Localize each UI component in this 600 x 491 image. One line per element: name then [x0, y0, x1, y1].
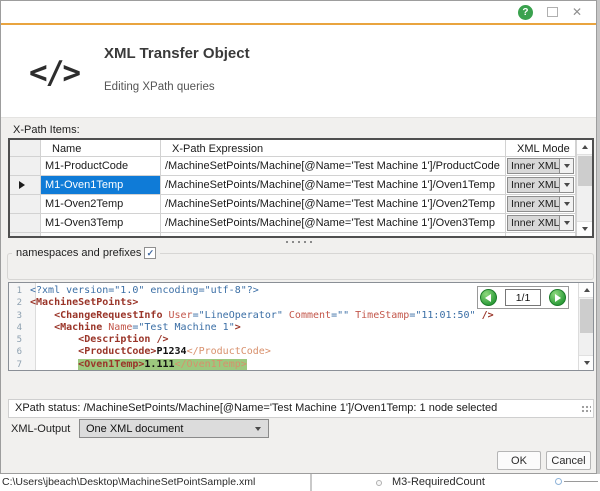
expression-cell[interactable]: /MachineSetPoints/Machine[@Name='Test Ma…: [161, 176, 506, 195]
namespaces-groupbox: namespaces and prefixes ✓: [7, 253, 594, 280]
ok-button[interactable]: OK: [497, 451, 541, 470]
expression-cell[interactable]: /MachineSetPoints/Machine[@Name='Test Ma…: [161, 214, 506, 233]
title-bar: ? ✕: [1, 1, 596, 23]
expression-cell[interactable]: /MachineSetPoints/Machine[@Name='Test Ma…: [161, 157, 506, 176]
column-header-name[interactable]: Name: [41, 140, 161, 157]
editor-scroll-up-icon[interactable]: [579, 283, 594, 298]
maximize-icon[interactable]: [547, 7, 558, 17]
name-cell[interactable]: M1-Oven2Temp: [41, 195, 161, 214]
editor-scroll-thumb[interactable]: [580, 299, 593, 333]
scroll-down-icon[interactable]: [577, 221, 593, 236]
editor-scrollbar[interactable]: [578, 283, 593, 370]
xpath-status-bar: XPath status: /MachineSetPoints/Machine[…: [8, 399, 594, 418]
grid-rows: M1-ProductCode/MachineSetPoints/Machine[…: [10, 157, 576, 238]
mode-cell-dropdown[interactable]: Inner XML: [506, 176, 576, 195]
name-cell[interactable]: M1-Oven1Temp: [41, 176, 161, 195]
scroll-thumb[interactable]: [578, 156, 592, 186]
column-header-mode[interactable]: XML Mode: [506, 140, 576, 157]
table-row[interactable]: M1-Oven3Temp/MachineSetPoints/Machine[@N…: [10, 214, 576, 233]
xml-transfer-dialog: ? ✕ </> XML Transfer Object Editing XPat…: [0, 0, 597, 474]
dropdown-chevron-icon[interactable]: [559, 196, 574, 212]
xpath-items-grid: Name X-Path Expression XML Mode M1-Produ…: [8, 138, 594, 238]
pager-position: 1/1: [505, 289, 541, 306]
mode-cell-dropdown[interactable]: Inner XML: [506, 214, 576, 233]
selected-row-arrow-icon: [19, 181, 25, 189]
table-row[interactable]: M1-ProductCode/MachineSetPoints/Machine[…: [10, 157, 576, 176]
table-row-partial: [10, 233, 576, 238]
close-icon[interactable]: ✕: [572, 6, 582, 18]
dropdown-chevron-icon[interactable]: [559, 177, 574, 193]
screen: ? ✕ </> XML Transfer Object Editing XPat…: [0, 0, 600, 491]
namespaces-label: namespaces and prefixes: [16, 247, 141, 259]
column-header-expression[interactable]: X-Path Expression: [161, 140, 506, 157]
connector-dot-icon: [376, 480, 382, 486]
name-cell[interactable]: M1-Oven3Temp: [41, 214, 161, 233]
dropdown-chevron-icon[interactable]: [559, 215, 574, 231]
pager-next-icon[interactable]: [549, 289, 566, 306]
expression-cell[interactable]: /MachineSetPoints/Machine[@Name='Test Ma…: [161, 195, 506, 214]
cancel-button[interactable]: Cancel: [546, 451, 591, 470]
chevron-down-icon: [255, 427, 261, 431]
connector-line: [564, 481, 598, 482]
scroll-up-icon[interactable]: [577, 140, 593, 155]
xpath-items-label: X-Path Items:: [13, 124, 80, 136]
background-window-strip: C:\Users\jbeach\Desktop\MachineSetPointS…: [0, 474, 600, 491]
xpath-status-text: XPath status: /MachineSetPoints/Machine[…: [15, 402, 497, 414]
help-icon[interactable]: ?: [518, 5, 533, 20]
connector-dot-icon: [555, 478, 562, 485]
mode-cell-dropdown[interactable]: Inner XML: [506, 195, 576, 214]
document-pager: 1/1: [477, 286, 569, 309]
xml-output-label: XML-Output: [11, 423, 70, 435]
row-selector[interactable]: [10, 157, 41, 176]
splitter-handle[interactable]: [1, 239, 596, 245]
namespaces-checkbox[interactable]: ✓: [144, 247, 156, 259]
grid-header: Name X-Path Expression XML Mode: [10, 140, 576, 157]
table-row[interactable]: M1-Oven1Temp/MachineSetPoints/Machine[@N…: [10, 176, 576, 195]
grid-scrollbar[interactable]: [576, 140, 592, 236]
grid-corner: [10, 140, 41, 157]
background-divider: [310, 474, 312, 491]
xml-code-icon: </>: [29, 55, 79, 91]
xml-output-dropdown[interactable]: One XML document: [79, 419, 269, 438]
table-row[interactable]: M1-Oven2Temp/MachineSetPoints/Machine[@N…: [10, 195, 576, 214]
editor-scroll-down-icon[interactable]: [579, 355, 594, 370]
pager-prev-icon[interactable]: [480, 289, 497, 306]
background-file-path: C:\Users\jbeach\Desktop\MachineSetPointS…: [2, 476, 255, 488]
row-selector[interactable]: [10, 176, 41, 195]
background-node-label: M3-RequiredCount: [392, 476, 485, 488]
page-title: XML Transfer Object: [104, 45, 250, 62]
dialog-header: </> XML Transfer Object Editing XPath qu…: [1, 25, 596, 118]
mode-cell-dropdown[interactable]: Inner XML: [506, 157, 576, 176]
name-cell[interactable]: M1-ProductCode: [41, 157, 161, 176]
resize-grip-icon[interactable]: [581, 405, 591, 414]
page-subtitle: Editing XPath queries: [104, 81, 215, 93]
row-selector[interactable]: [10, 214, 41, 233]
xml-output-value: One XML document: [86, 423, 183, 435]
row-selector[interactable]: [10, 195, 41, 214]
dropdown-chevron-icon[interactable]: [559, 158, 574, 174]
